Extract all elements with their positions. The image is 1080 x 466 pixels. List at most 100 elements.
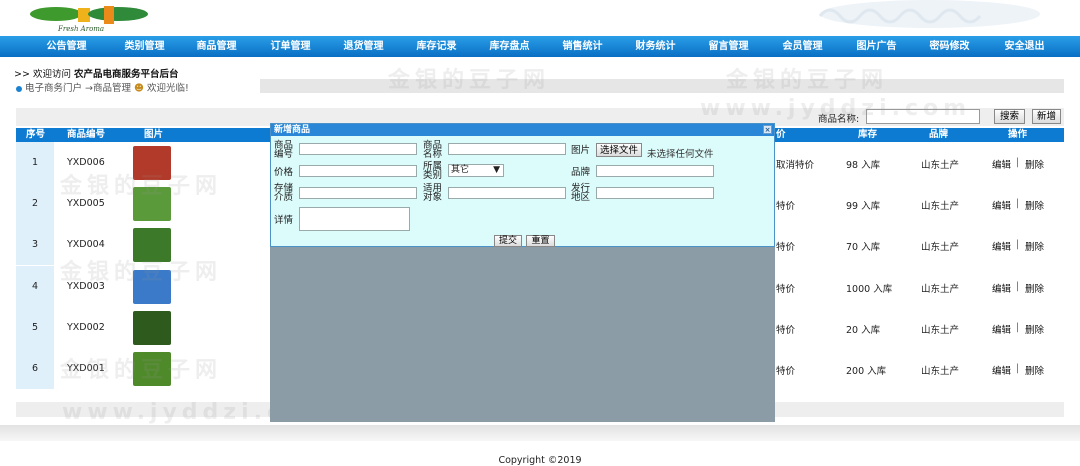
delete-link[interactable]: 删除 xyxy=(1025,322,1044,336)
separator: | xyxy=(1016,198,1020,209)
reset-button[interactable]: 重置 xyxy=(526,235,555,247)
edit-link[interactable]: 编辑 xyxy=(992,281,1011,295)
nav-item[interactable]: 图片广告 xyxy=(840,36,913,57)
category-value: 其它 xyxy=(451,165,470,175)
site-name: 农产品电商服务平台后台 xyxy=(73,69,179,80)
brand-cell: 山东土产 xyxy=(921,325,960,336)
separator: | xyxy=(1016,281,1020,292)
separator: | xyxy=(1016,239,1020,250)
seq-cell: 6 xyxy=(32,363,39,374)
product-image xyxy=(133,311,171,345)
price-cell: 特价 xyxy=(776,366,796,377)
code-cell: YXD006 xyxy=(67,157,105,168)
header-ops: 操作 xyxy=(1008,129,1028,140)
label-detail: 详情 xyxy=(274,215,294,226)
user-icon: ☻ xyxy=(134,83,144,94)
price-cell: 特价 xyxy=(776,242,796,253)
product-image xyxy=(133,228,171,262)
nav-item[interactable]: 会员管理 xyxy=(766,36,839,57)
edit-link[interactable]: 编辑 xyxy=(992,363,1011,377)
label-brand: 品牌 xyxy=(571,167,591,178)
nav-item[interactable]: 商品管理 xyxy=(180,36,253,57)
stock-cell: 98 入库 xyxy=(846,160,881,171)
nav-item[interactable]: 安全退出 xyxy=(988,36,1061,57)
chevron-down-icon: ▼ xyxy=(493,165,500,175)
product-image xyxy=(133,352,171,386)
separator: | xyxy=(1016,363,1020,374)
label-code: 商品编号 xyxy=(274,140,294,160)
product-image xyxy=(133,270,171,304)
nav-item[interactable]: 订单管理 xyxy=(254,36,327,57)
nav-item[interactable]: 销售统计 xyxy=(546,36,619,57)
svg-text:Fresh Aroma: Fresh Aroma xyxy=(57,25,104,33)
header-brand: 品牌 xyxy=(929,129,949,140)
code-input[interactable] xyxy=(299,143,417,155)
label-target: 适用对象 xyxy=(423,183,443,203)
header-pic: 图片 xyxy=(144,129,164,140)
dialog-title-text: 新增商品 xyxy=(274,125,311,135)
greeting-text: 欢迎光临! xyxy=(146,83,189,94)
code-cell: YXD005 xyxy=(67,198,105,209)
nav-item[interactable]: 留言管理 xyxy=(692,36,765,57)
submit-button[interactable]: 提交 xyxy=(494,235,522,247)
label-origin: 发行地区 xyxy=(571,183,591,203)
storage-input[interactable] xyxy=(299,187,417,199)
product-image xyxy=(133,187,171,221)
nav-item[interactable]: 财务统计 xyxy=(619,36,692,57)
price-input[interactable] xyxy=(299,165,417,177)
seq-cell: 2 xyxy=(32,198,39,209)
search-input[interactable] xyxy=(866,109,980,124)
delete-link[interactable]: 删除 xyxy=(1025,363,1044,377)
category-select[interactable]: 其它 ▼ xyxy=(448,164,504,177)
brand-cell: 山东土产 xyxy=(921,284,960,295)
edit-link[interactable]: 编辑 xyxy=(992,157,1011,171)
code-cell: YXD001 xyxy=(67,363,105,374)
nav-item[interactable]: 库存盘点 xyxy=(473,36,546,57)
nav-item[interactable]: 公告管理 xyxy=(30,36,103,57)
edit-link[interactable]: 编辑 xyxy=(992,322,1011,336)
delete-link[interactable]: 删除 xyxy=(1025,239,1044,253)
stock-cell: 70 入库 xyxy=(846,242,881,253)
edit-link[interactable]: 编辑 xyxy=(992,239,1011,253)
target-input[interactable] xyxy=(448,187,566,199)
label-picture: 图片 xyxy=(571,145,591,156)
detail-textarea[interactable] xyxy=(299,207,410,231)
choose-file-button[interactable]: 选择文件 xyxy=(596,143,642,157)
delete-link[interactable]: 删除 xyxy=(1025,157,1044,171)
brand-cell: 山东土产 xyxy=(921,366,960,377)
nav-item[interactable]: 退货管理 xyxy=(327,36,400,57)
header: Fresh Aroma xyxy=(0,0,1080,36)
breadcrumb-bar xyxy=(260,79,1064,93)
code-cell: YXD003 xyxy=(67,281,105,292)
code-cell: YXD002 xyxy=(67,322,105,333)
product-image xyxy=(133,146,171,180)
brand-cell: 山东土产 xyxy=(921,201,960,212)
site-logo: Fresh Aroma xyxy=(30,6,148,33)
stock-cell: 20 入库 xyxy=(846,325,881,336)
origin-input[interactable] xyxy=(596,187,714,199)
edit-link[interactable]: 编辑 xyxy=(992,198,1011,212)
delete-link[interactable]: 删除 xyxy=(1025,198,1044,212)
name-input[interactable] xyxy=(448,143,566,155)
nav-item[interactable]: 密码修改 xyxy=(913,36,986,57)
dialog-title: 新增商品 × xyxy=(271,124,774,136)
header-stock: 库存 xyxy=(858,129,878,140)
price-cell: 特价 xyxy=(776,201,796,212)
breadcrumb-path: 电子商务门户 →商品管理 xyxy=(25,83,131,94)
header-price: 价 xyxy=(776,129,786,140)
bullet-icon xyxy=(16,85,22,92)
brand-input[interactable] xyxy=(596,165,714,177)
welcome-prefix: >> 欢迎访问 xyxy=(14,69,74,80)
nav-item[interactable]: 库存记录 xyxy=(400,36,473,57)
label-name: 商品名称 xyxy=(423,140,443,160)
separator: | xyxy=(1016,157,1020,168)
footer-wave xyxy=(0,425,1080,441)
copyright: Copyright ©2019 xyxy=(498,455,582,466)
close-icon[interactable]: × xyxy=(763,125,772,134)
add-button[interactable]: 新增 xyxy=(1032,109,1061,124)
brand-cell: 山东土产 xyxy=(921,160,960,171)
search-button[interactable]: 搜索 xyxy=(994,109,1025,124)
nav-item[interactable]: 类别管理 xyxy=(108,36,181,57)
delete-link[interactable]: 删除 xyxy=(1025,281,1044,295)
price-cell: 特价 xyxy=(776,284,796,295)
